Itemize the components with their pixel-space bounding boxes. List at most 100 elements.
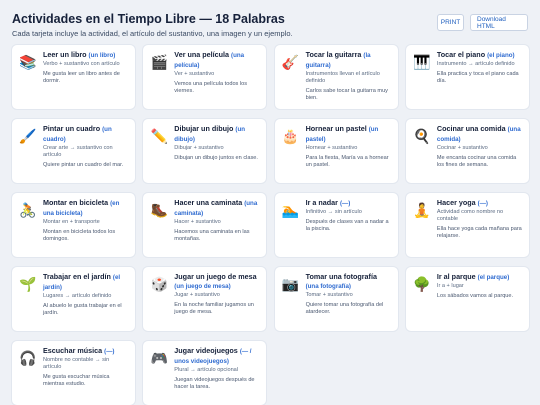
card-body: Trabajar en el jardín (el jardín) Lugares…	[43, 272, 129, 317]
grammar-note: Instrumento → artículo definido	[436, 61, 515, 67]
vocab-card: 🌱 Trabajar en el jardín (el jardín) Lugare…	[12, 267, 135, 331]
grammar-note: Tomar + sustantivo	[305, 292, 353, 298]
activity-label: Trabajar en el jardín	[43, 272, 111, 281]
activity-label: Pintar un cuadro	[43, 124, 101, 133]
example-sentence: En la noche familiar jugamos un juego de…	[174, 302, 254, 315]
paintbrush-icon: 🖌️	[19, 128, 37, 144]
guitar-icon: 🎸	[281, 54, 300, 70]
card-body: Jugar un juego de mesa (un juego de mesa…	[174, 272, 260, 316]
frying-pan-icon: 🍳	[413, 128, 431, 144]
download-html-button[interactable]: Download HTML	[470, 14, 528, 31]
noun-with-article: (el piano)	[487, 52, 515, 59]
header-actions: PRINT Download HTML	[437, 14, 528, 31]
card-heading: Ir al parque (el parque)	[437, 272, 523, 282]
activity-label: Hacer una caminata	[174, 198, 243, 207]
card-body: Dibujar un dibujo (un dibujo) Dibujar + s…	[174, 124, 260, 162]
grammar-note: Ir a + lugar	[436, 283, 464, 289]
grammar-note: Lugares → artículo definido	[43, 293, 112, 299]
card-body: Hornear un pastel (un pastel) Hornear + s…	[306, 124, 392, 169]
vocab-card: 🖌️ Pintar un cuadro (un cuadro) Crear arte…	[12, 119, 135, 183]
page-header: Actividades en el Tiempo Libre — 18 Pala…	[12, 12, 528, 40]
books-icon: 📚	[19, 54, 37, 70]
noun-with-article: (un juego de mesa)	[174, 283, 231, 290]
noun-with-article: (—)	[339, 200, 351, 207]
card-heading: Hacer yoga (—)	[437, 198, 523, 208]
card-body: Ir a nadar (—) Infinitivo → sin artículo D…	[306, 198, 392, 233]
example-sentence: Ella practica y toca el piano cada día.	[436, 71, 519, 84]
activity-label: Montar en bicicleta	[43, 198, 109, 207]
example-sentence: Me encanta cocinar una comida los fines …	[436, 155, 517, 168]
card-body: Ir al parque (el parque) Ir a + lugar Los …	[437, 272, 523, 300]
noun-with-article: (una fotografía)	[305, 283, 351, 290]
noun-with-article: (—)	[104, 348, 115, 355]
card-heading: Jugar un juego de mesa (un juego de mesa…	[174, 272, 260, 291]
grammar-note: Montar en + transporte	[43, 219, 100, 225]
grammar-note: Plural → artículo opcional	[174, 367, 239, 373]
vocab-card: 🎲 Jugar un juego de mesa (un juego de mes…	[143, 267, 267, 331]
cyclist-icon: 🚴	[19, 202, 37, 218]
activity-label: Ir al parque	[436, 272, 476, 281]
card-body: Tocar el piano (el piano) Instrumento → a…	[437, 50, 523, 85]
example-sentence: Me gusta escuchar música mientras estudi…	[43, 374, 110, 387]
card-body: Montar en bicicleta (en una bicicleta) Mo…	[43, 198, 129, 243]
example-sentence: Quiere pintar un cuadro del mar.	[43, 162, 124, 168]
grammar-note: Instrumentos llevan el artículo definido	[305, 71, 380, 84]
example-sentence: Juegan videojuegos después de hacer la t…	[174, 377, 255, 390]
card-heading: Dibujar un dibujo (un dibujo)	[174, 124, 260, 144]
grammar-note: Infinitivo → sin artículo	[305, 209, 362, 215]
noun-with-article: (un libro)	[88, 52, 116, 59]
card-body: Jugar videojuegos (— / unos videojuegos)…	[174, 346, 260, 391]
vocab-card: 📚 Leer un libro (un libro) Verbo + sustant…	[12, 45, 135, 109]
card-heading: Montar en bicicleta (en una bicicleta)	[43, 198, 129, 218]
example-sentence: Vemos una película todos los viernes.	[174, 81, 248, 94]
card-heading: Trabajar en el jardín (el jardín)	[43, 272, 129, 292]
vocab-card: 🎂 Hornear un pastel (un pastel) Hornear + …	[274, 119, 398, 183]
example-sentence: Me gusta leer un libro antes de dormir.	[43, 71, 120, 84]
activity-label: Leer un libro	[43, 50, 87, 59]
card-heading: Jugar videojuegos (— / unos videojuegos)	[174, 346, 260, 366]
vocab-card: ✏️ Dibujar un dibujo (un dibujo) Dibujar +…	[143, 119, 267, 183]
pencil-icon: ✏️	[150, 128, 169, 144]
print-button[interactable]: PRINT	[437, 14, 464, 31]
card-body: Ver una película (una película) Ver + sus…	[174, 50, 260, 95]
grammar-note: Nombre no contable → sin artículo	[43, 357, 110, 370]
piano-icon: 🎹	[413, 54, 431, 70]
activity-label: Hacer yoga	[436, 198, 476, 207]
vocab-card: 🚴 Montar en bicicleta (en una bicicleta) M…	[12, 193, 135, 257]
vocab-card: 🏊 Ir a nadar (—) Infinitivo → sin artículo…	[274, 193, 398, 257]
activity-label: Cocinar una comida	[436, 124, 506, 133]
card-heading: Tocar el piano (el piano)	[437, 50, 523, 60]
grammar-note: Ver + sustantivo	[174, 71, 215, 77]
card-body: Hacer yoga (—) Actividad como nombre no c…	[437, 198, 523, 240]
grammar-note: Jugar + sustantivo	[174, 292, 220, 298]
card-heading: Hornear un pastel (un pastel)	[306, 124, 392, 144]
noun-with-article: (el parque)	[477, 274, 510, 281]
grammar-note: Hacer + sustantivo	[174, 219, 221, 225]
card-body: Escuchar música (—) Nombre no contable → …	[43, 346, 129, 388]
yoga-icon: 🧘	[413, 202, 431, 218]
example-sentence: Montan en bicicleta todos los domingos.	[43, 229, 116, 242]
vocab-card: 🎸 Tocar la guitarra (la guitarra) Instrume…	[274, 45, 398, 109]
vocab-card: 🍳 Cocinar una comida (una comida) Cocinar …	[405, 119, 529, 183]
activity-label: Ir a nadar	[305, 198, 338, 207]
vocab-card: 🎧 Escuchar música (—) Nombre no contable →…	[12, 341, 135, 405]
headphones-icon: 🎧	[19, 350, 37, 366]
cake-icon: 🎂	[281, 128, 300, 144]
example-sentence: Después de clases van a nadar a la pisci…	[305, 219, 389, 232]
card-heading: Tocar la guitarra (la guitarra)	[306, 50, 392, 70]
vocab-card: 🎮 Jugar videojuegos (— / unos videojuegos…	[143, 341, 267, 405]
tree-icon: 🌳	[413, 276, 431, 292]
gamepad-icon: 🎮	[150, 350, 169, 366]
vocab-card: 🥾 Hacer una caminata (una caminata) Hacer …	[143, 193, 267, 257]
hiking-boot-icon: 🥾	[150, 202, 169, 218]
activity-label: Escuchar música	[43, 346, 103, 355]
vocab-card: 🌳 Ir al parque (el parque) Ir a + lugar Los…	[405, 267, 529, 331]
camera-icon: 📷	[281, 276, 300, 292]
noun-with-article: (—)	[477, 200, 488, 207]
activity-label: Jugar videojuegos	[174, 346, 238, 355]
card-body: Hacer una caminata (una caminata) Hacer +…	[174, 198, 260, 243]
vocab-card: 🧘 Hacer yoga (—) Actividad como nombre no …	[405, 193, 529, 257]
grammar-note: Crear arte → sustantivo con artículo	[43, 145, 113, 158]
activity-label: Dibujar un dibujo	[174, 124, 234, 133]
example-sentence: Al abuelo le gusta trabajar en el jardín…	[43, 303, 122, 316]
